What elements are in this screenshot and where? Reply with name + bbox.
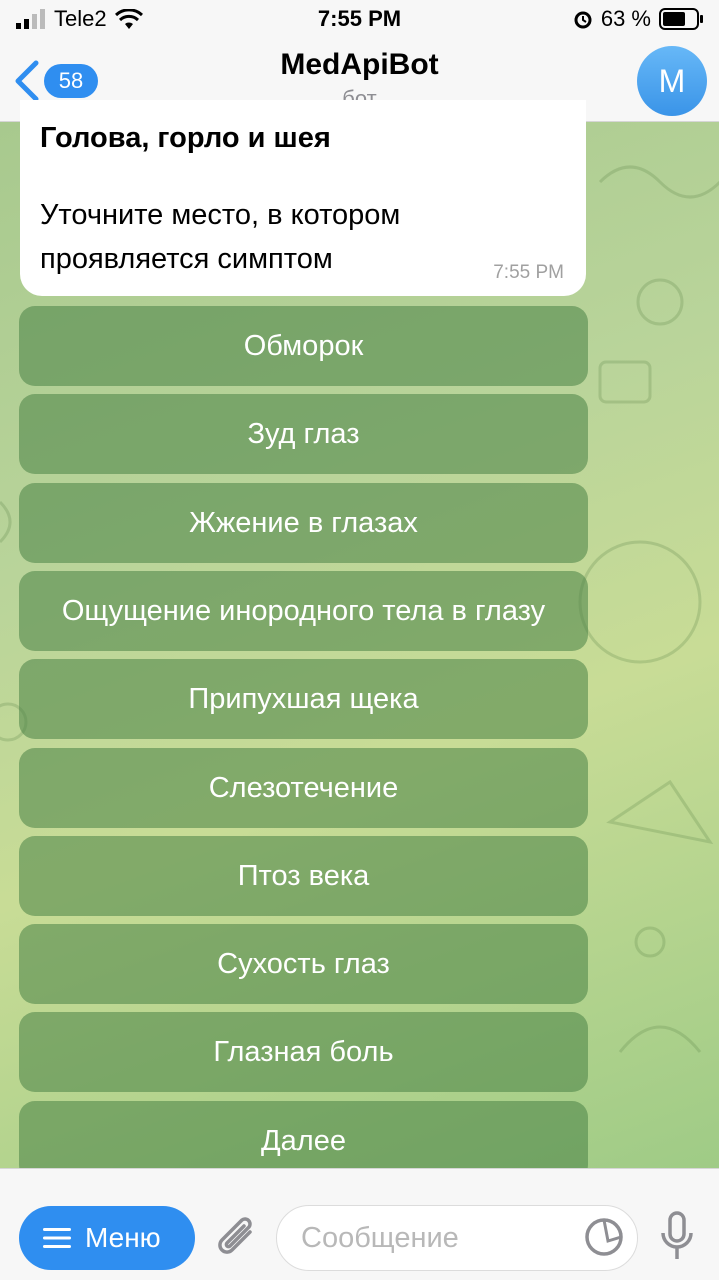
menu-button[interactable]: Меню bbox=[19, 1206, 195, 1270]
sticker-icon bbox=[585, 1218, 623, 1256]
status-bar: Tele2 7:55 PM 63 % bbox=[0, 0, 719, 40]
keyboard-button-itchy-eyes[interactable]: Зуд глаз bbox=[19, 394, 588, 474]
paperclip-icon bbox=[218, 1217, 252, 1254]
microphone-icon bbox=[661, 1211, 693, 1259]
message-title: Голова, горло и шея bbox=[40, 122, 331, 154]
avatar[interactable]: M bbox=[637, 46, 707, 116]
chat-title[interactable]: MedApiBot bbox=[0, 48, 719, 82]
voice-record-button[interactable] bbox=[660, 1211, 694, 1268]
keyboard-button-dry-eyes[interactable]: Сухость глаз bbox=[19, 924, 588, 1004]
keyboard-button-fainting[interactable]: Обморок bbox=[19, 306, 588, 386]
battery-icon bbox=[659, 8, 703, 30]
keyboard-button-tearing[interactable]: Слезотечение bbox=[19, 748, 588, 828]
menu-label: Меню bbox=[85, 1222, 161, 1253]
message-time: 7:55 PM bbox=[493, 262, 564, 283]
keyboard-button-eyelid-ptosis[interactable]: Птоз века bbox=[19, 836, 588, 916]
keyboard-button-burning-eyes[interactable]: Жжение в глазах bbox=[19, 483, 588, 563]
hamburger-icon bbox=[43, 1228, 71, 1248]
alarm-icon bbox=[574, 11, 592, 29]
sticker-button[interactable] bbox=[584, 1217, 624, 1262]
attach-button[interactable] bbox=[216, 1214, 260, 1267]
battery-percent: 63 % bbox=[600, 6, 651, 31]
message-bubble: Голова, горло и шея Уточните место, в ко… bbox=[20, 100, 586, 296]
message-input-bar: Меню bbox=[0, 1168, 719, 1280]
keyboard-button-foreign-body-eye[interactable]: Ощущение инородного тела в глазу bbox=[19, 571, 588, 651]
keyboard-button-swollen-cheek[interactable]: Припухшая щека bbox=[19, 659, 588, 739]
message-text: Уточните место, в котором проявляется си… bbox=[40, 199, 401, 275]
keyboard-button-eye-pain[interactable]: Глазная боль bbox=[19, 1012, 588, 1092]
status-right: 63 % bbox=[573, 6, 705, 32]
